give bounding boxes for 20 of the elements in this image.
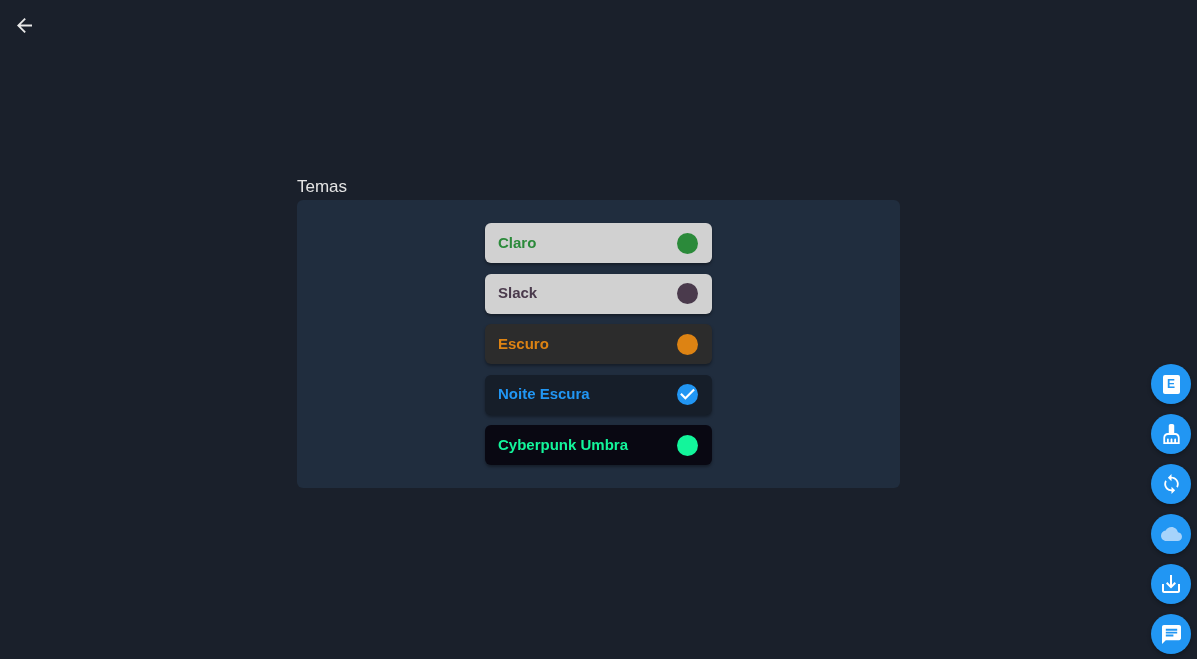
broom-icon: [1162, 424, 1180, 444]
sync-button[interactable]: [1151, 464, 1191, 504]
chat-button[interactable]: [1151, 614, 1191, 654]
letter-button[interactable]: E: [1151, 364, 1191, 404]
section-title: Temas: [297, 177, 348, 197]
broom-button[interactable]: [1151, 414, 1191, 454]
cloud-button[interactable]: [1151, 514, 1191, 554]
download-button[interactable]: [1151, 564, 1191, 604]
cloud-icon: [1160, 527, 1182, 541]
theme-option[interactable]: Escuro: [485, 324, 712, 364]
back-button[interactable]: [15, 16, 33, 34]
theme-option[interactable]: Claro: [485, 223, 712, 263]
theme-option[interactable]: Cyberpunk Umbra: [485, 425, 712, 465]
back-arrow-icon: [16, 17, 32, 33]
theme-option[interactable]: Noite Escura: [485, 374, 712, 415]
letter-tile-icon: E: [1162, 374, 1180, 394]
theme-option[interactable]: Slack: [485, 273, 712, 314]
chat-icon: [1161, 624, 1181, 644]
download-icon: [1162, 575, 1180, 593]
sync-icon: [1163, 474, 1179, 494]
